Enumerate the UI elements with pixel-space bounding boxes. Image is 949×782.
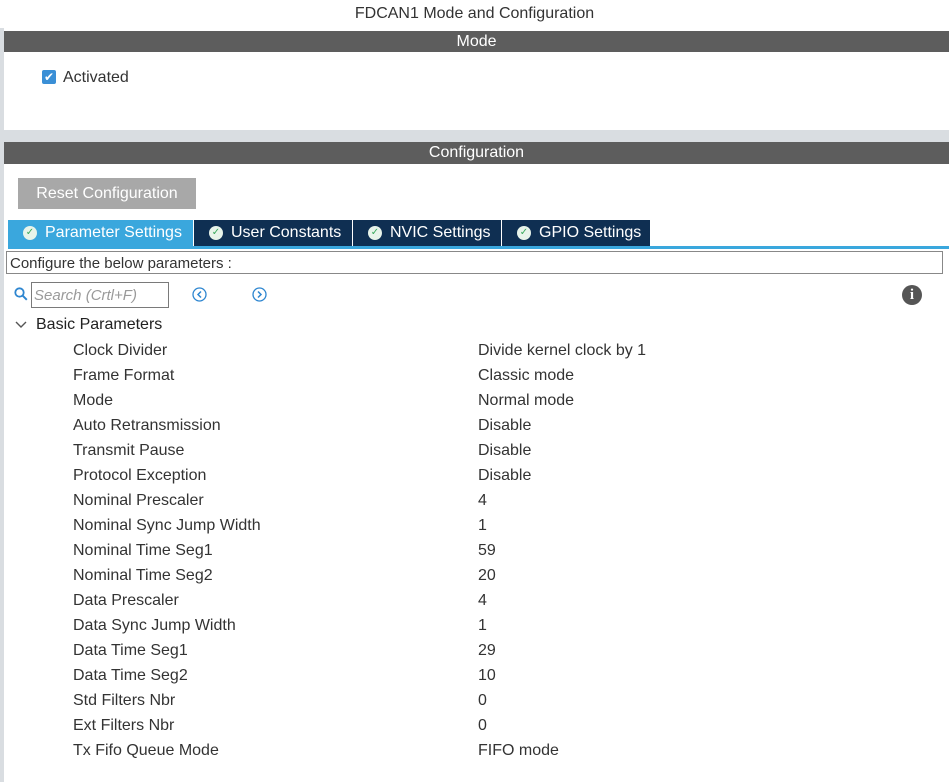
tab-user-constants[interactable]: ✓ User Constants — [194, 220, 353, 246]
parameter-value[interactable]: Disable — [478, 467, 531, 485]
parameter-row[interactable]: Ext Filters Nbr 0 — [0, 713, 949, 738]
window-title: FDCAN1 Mode and Configuration — [354, 5, 595, 22]
parameter-name: Nominal Time Seg2 — [73, 567, 213, 584]
parameter-value[interactable]: Disable — [478, 442, 531, 460]
parameter-row[interactable]: Nominal Prescaler 4 — [0, 488, 949, 513]
parameter-name: Protocol Exception — [73, 467, 207, 484]
tab-parameter-settings[interactable]: ✓ Parameter Settings — [8, 220, 194, 246]
parameter-value[interactable]: Divide kernel clock by 1 — [478, 342, 646, 360]
parameter-name: Mode — [73, 392, 114, 409]
parameter-value[interactable]: 1 — [478, 517, 487, 535]
tab-nvic-settings[interactable]: ✓ NVIC Settings — [353, 220, 502, 246]
parameter-row[interactable]: Data Prescaler 4 — [0, 588, 949, 613]
info-icon[interactable]: i — [902, 285, 922, 305]
parameter-name: Data Prescaler — [73, 592, 179, 609]
parameter-value[interactable]: 4 — [478, 592, 487, 610]
tab-label: NVIC Settings — [390, 224, 491, 241]
parameter-row[interactable]: Tx Fifo Queue Mode FIFO mode — [0, 738, 949, 763]
parameter-row[interactable]: Data Time Seg2 10 — [0, 663, 949, 688]
section-separator — [0, 130, 949, 142]
parameter-row[interactable]: Nominal Sync Jump Width 1 — [0, 513, 949, 538]
parameter-name: Data Sync Jump Width — [73, 617, 236, 634]
parameter-value[interactable]: 29 — [478, 642, 496, 660]
parameter-row[interactable]: Nominal Time Seg1 59 — [0, 538, 949, 563]
parameter-value[interactable]: Normal mode — [478, 392, 574, 410]
search-icon — [14, 287, 28, 301]
chevron-down-icon[interactable] — [14, 317, 28, 331]
parameter-name: Transmit Pause — [73, 442, 185, 459]
parameter-value[interactable]: Disable — [478, 417, 531, 435]
parameter-row[interactable]: Mode Normal mode — [0, 388, 949, 413]
parameter-row[interactable]: Frame Format Classic mode — [0, 363, 949, 388]
tab-label: User Constants — [231, 224, 342, 241]
group-label: Basic Parameters — [36, 316, 163, 333]
parameter-row[interactable]: Std Filters Nbr 0 — [0, 688, 949, 713]
tab-status-icon: ✓ — [517, 226, 531, 240]
previous-icon[interactable] — [192, 287, 207, 302]
parameter-name: Frame Format — [73, 367, 175, 384]
mode-panel: ✔ Activated — [4, 52, 949, 130]
parameter-value[interactable]: 10 — [478, 667, 496, 685]
parameter-value[interactable]: 1 — [478, 617, 487, 635]
tab-label: Parameter Settings — [45, 224, 182, 241]
reset-configuration-button[interactable]: Reset Configuration — [18, 178, 196, 209]
next-icon[interactable] — [252, 287, 267, 302]
parameter-row[interactable]: Clock Divider Divide kernel clock by 1 — [0, 338, 949, 363]
parameter-name: Tx Fifo Queue Mode — [73, 742, 219, 759]
parameter-value[interactable]: FIFO mode — [478, 742, 559, 760]
parameter-name: Std Filters Nbr — [73, 692, 176, 709]
tab-gpio-settings[interactable]: ✓ GPIO Settings — [502, 220, 651, 246]
search-input[interactable] — [31, 282, 169, 308]
parameter-name: Ext Filters Nbr — [73, 717, 175, 734]
tab-underline — [8, 246, 949, 249]
tab-label: GPIO Settings — [539, 224, 642, 241]
parameter-name: Clock Divider — [73, 342, 168, 359]
configuration-section-header: Configuration — [4, 142, 949, 164]
parameter-value[interactable]: 4 — [478, 492, 487, 510]
parameter-value[interactable]: 20 — [478, 567, 496, 585]
activated-checkbox[interactable]: ✔ — [42, 70, 56, 84]
activated-label: Activated — [63, 69, 129, 86]
parameter-name: Nominal Sync Jump Width — [73, 517, 261, 534]
parameter-value[interactable]: Classic mode — [478, 367, 574, 385]
mode-section-header: Mode — [4, 31, 949, 53]
parameter-row[interactable]: Protocol Exception Disable — [0, 463, 949, 488]
parameter-row[interactable]: Transmit Pause Disable — [0, 438, 949, 463]
tab-status-icon: ✓ — [23, 226, 37, 240]
parameter-row[interactable]: Nominal Time Seg2 20 — [0, 563, 949, 588]
check-icon: ✔ — [43, 70, 55, 84]
parameter-value[interactable]: 0 — [478, 717, 487, 735]
parameter-row[interactable]: Auto Retransmission Disable — [0, 413, 949, 438]
parameter-row[interactable]: Data Sync Jump Width 1 — [0, 613, 949, 638]
configure-hint: Configure the below parameters : — [6, 251, 943, 274]
parameter-name: Nominal Prescaler — [73, 492, 204, 509]
parameter-value[interactable]: 0 — [478, 692, 487, 710]
parameter-name: Nominal Time Seg1 — [73, 542, 213, 559]
tab-status-icon: ✓ — [209, 226, 223, 240]
parameter-name: Auto Retransmission — [73, 417, 221, 434]
parameter-value[interactable]: 59 — [478, 542, 496, 560]
tab-status-icon: ✓ — [368, 226, 382, 240]
parameter-name: Data Time Seg2 — [73, 667, 188, 684]
parameter-row[interactable]: Data Time Seg1 29 — [0, 638, 949, 663]
parameter-name: Data Time Seg1 — [73, 642, 188, 659]
